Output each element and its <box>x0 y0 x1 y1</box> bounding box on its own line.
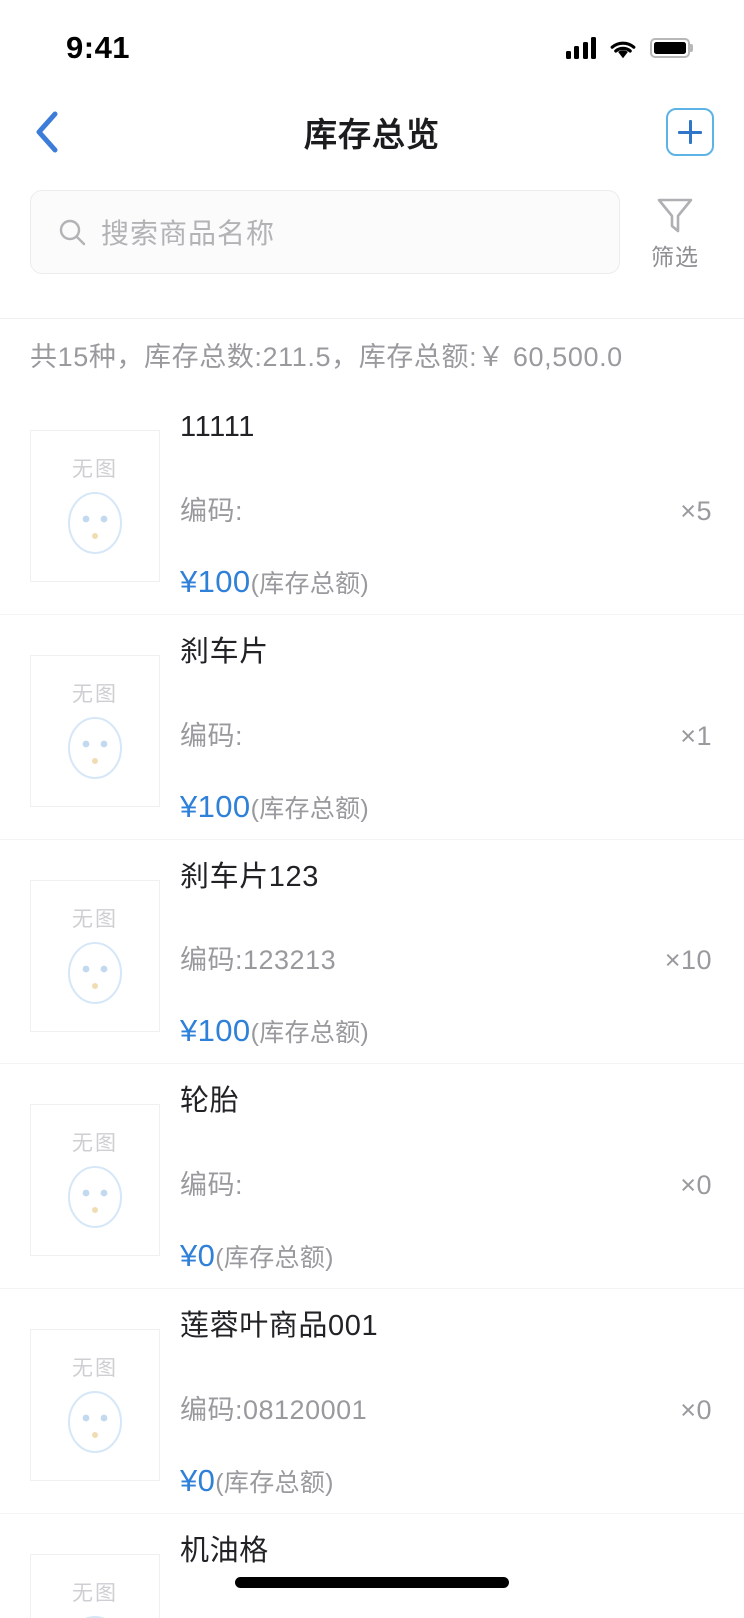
placeholder-face-icon <box>68 941 122 1004</box>
product-thumbnail-placeholder: 无图 <box>30 1553 160 1618</box>
item-name: 轮胎 <box>180 1085 240 1118</box>
summary-text: 共15种，库存总数:211.5，库存总额:￥ 60,500.0 <box>30 342 623 372</box>
item-name: 机油格 <box>180 1534 269 1567</box>
no-image-label: 无图 <box>72 1357 118 1381</box>
placeholder-face-icon <box>68 492 122 554</box>
list-item[interactable]: 无图 机油格 编码:JY001 ×0 ¥0 (库存总额) <box>0 1513 744 1618</box>
item-quantity: ×1 <box>680 720 712 751</box>
wifi-icon <box>608 37 638 59</box>
list-item[interactable]: 无图 11111 编码: ×5 ¥100 (库存总额) <box>0 390 744 615</box>
funnel-icon <box>657 198 693 233</box>
signal-bars-icon <box>565 37 596 59</box>
item-price-label: (库存总额) <box>250 1019 370 1048</box>
summary-spacer <box>0 282 744 318</box>
status-icons <box>565 37 690 59</box>
item-price-label: (库存总额) <box>215 1244 334 1273</box>
filter-button[interactable]: 筛选 <box>636 190 714 274</box>
item-code: 编码:08120001 <box>180 1394 368 1425</box>
add-button[interactable] <box>666 108 714 156</box>
no-image-label: 无图 <box>72 1132 118 1156</box>
item-meta-row: 编码: ×1 <box>180 714 714 753</box>
item-price: ¥0 <box>180 1462 216 1498</box>
inventory-list[interactable]: 无图 11111 编码: ×5 ¥100 (库存总额) 无图 刹车片 编码: ×… <box>0 390 744 1618</box>
item-name: 刹车片 <box>180 635 269 668</box>
list-item[interactable]: 无图 莲蓉叶商品001 编码:08120001 ×0 ¥0 (库存总额) <box>0 1289 744 1514</box>
product-thumbnail-placeholder: 无图 <box>30 1104 160 1257</box>
item-body: 刹车片123 编码:123213 ×10 ¥100 (库存总额) <box>180 856 714 1050</box>
item-price-label: (库存总额) <box>215 1468 334 1497</box>
product-thumbnail-placeholder: 无图 <box>30 1329 160 1482</box>
item-quantity: ×0 <box>680 1394 712 1425</box>
status-time: 9:41 <box>66 30 131 65</box>
placeholder-face-icon <box>68 1166 122 1229</box>
list-item[interactable]: 无图 刹车片123 编码:123213 ×10 ¥100 (库存总额) <box>0 839 744 1065</box>
item-code: 编码:123213 <box>180 945 337 976</box>
item-meta-row: 编码:08120001 ×0 <box>180 1388 714 1427</box>
placeholder-face-icon <box>68 716 122 779</box>
search-row: 搜索商品名称 筛选 <box>0 172 744 282</box>
no-image-label: 无图 <box>72 1581 118 1605</box>
item-price-row: ¥0 (库存总额) <box>180 1238 714 1274</box>
search-placeholder: 搜索商品名称 <box>101 218 276 249</box>
nav-bar: 库存总览 <box>0 92 744 172</box>
chevron-left-icon <box>36 111 58 153</box>
placeholder-face-icon <box>85 1615 105 1618</box>
item-meta-row: 编码: ×0 <box>180 1163 714 1202</box>
battery-full-icon <box>650 38 690 58</box>
phone-screen: 9:41 库存总览 搜索商品名称 筛选 共15种，库存总数:211.5，库存总额… <box>0 0 744 1618</box>
filter-label: 筛选 <box>651 244 699 270</box>
item-meta-row: 编码:JY001 ×0 <box>180 1613 714 1618</box>
item-meta-row: 编码: ×5 <box>180 489 714 528</box>
item-code: 编码:JY001 <box>180 1613 322 1618</box>
item-name: 11111 <box>180 411 256 443</box>
item-meta-row: 编码:123213 ×10 <box>180 938 714 977</box>
item-quantity: ×0 <box>680 1170 712 1201</box>
item-body: 机油格 编码:JY001 ×0 ¥0 (库存总额) <box>180 1530 714 1618</box>
item-price-row: ¥0 (库存总额) <box>180 1463 714 1499</box>
item-price: ¥0 <box>180 1238 216 1274</box>
no-image-label: 无图 <box>72 907 118 931</box>
item-price-row: ¥100 (库存总额) <box>180 564 714 600</box>
list-item[interactable]: 无图 刹车片 编码: ×1 ¥100 (库存总额) <box>0 614 744 840</box>
item-name: 莲蓉叶商品001 <box>180 1310 379 1343</box>
item-body: 11111 编码: ×5 ¥100 (库存总额) <box>180 406 714 600</box>
item-code: 编码: <box>180 1170 244 1201</box>
back-button[interactable] <box>34 104 84 160</box>
home-indicator <box>235 1577 509 1588</box>
item-body: 轮胎 编码: ×0 ¥0 (库存总额) <box>180 1080 714 1274</box>
item-quantity: ×10 <box>664 945 712 976</box>
product-thumbnail-placeholder: 无图 <box>30 879 160 1032</box>
page-title: 库存总览 <box>304 116 440 153</box>
product-thumbnail-placeholder: 无图 <box>30 654 160 807</box>
item-name: 刹车片123 <box>180 860 319 893</box>
item-price: ¥100 <box>180 563 251 599</box>
item-price: ¥100 <box>180 788 251 824</box>
item-code: 编码: <box>180 720 244 751</box>
summary-bar: 共15种，库存总数:211.5，库存总额:￥ 60,500.0 <box>0 318 744 390</box>
list-item[interactable]: 无图 轮胎 编码: ×0 ¥0 (库存总额) <box>0 1064 744 1290</box>
item-price-label: (库存总额) <box>250 794 370 823</box>
no-image-label: 无图 <box>72 682 118 706</box>
item-body: 刹车片 编码: ×1 ¥100 (库存总额) <box>180 631 714 825</box>
item-price: ¥100 <box>180 1013 251 1049</box>
item-price-row: ¥100 (库存总额) <box>180 1013 714 1049</box>
search-input[interactable]: 搜索商品名称 <box>30 190 620 274</box>
product-thumbnail-placeholder: 无图 <box>30 430 160 582</box>
placeholder-face-icon <box>68 1391 122 1454</box>
item-quantity: ×5 <box>680 495 712 526</box>
no-image-label: 无图 <box>72 458 118 481</box>
status-bar: 9:41 <box>0 0 744 92</box>
search-icon <box>59 219 86 246</box>
item-body: 莲蓉叶商品001 编码:08120001 ×0 ¥0 (库存总额) <box>180 1305 714 1499</box>
item-code: 编码: <box>180 495 244 526</box>
item-price-label: (库存总额) <box>250 569 370 598</box>
plus-icon <box>678 120 702 144</box>
item-price-row: ¥100 (库存总额) <box>180 789 714 825</box>
